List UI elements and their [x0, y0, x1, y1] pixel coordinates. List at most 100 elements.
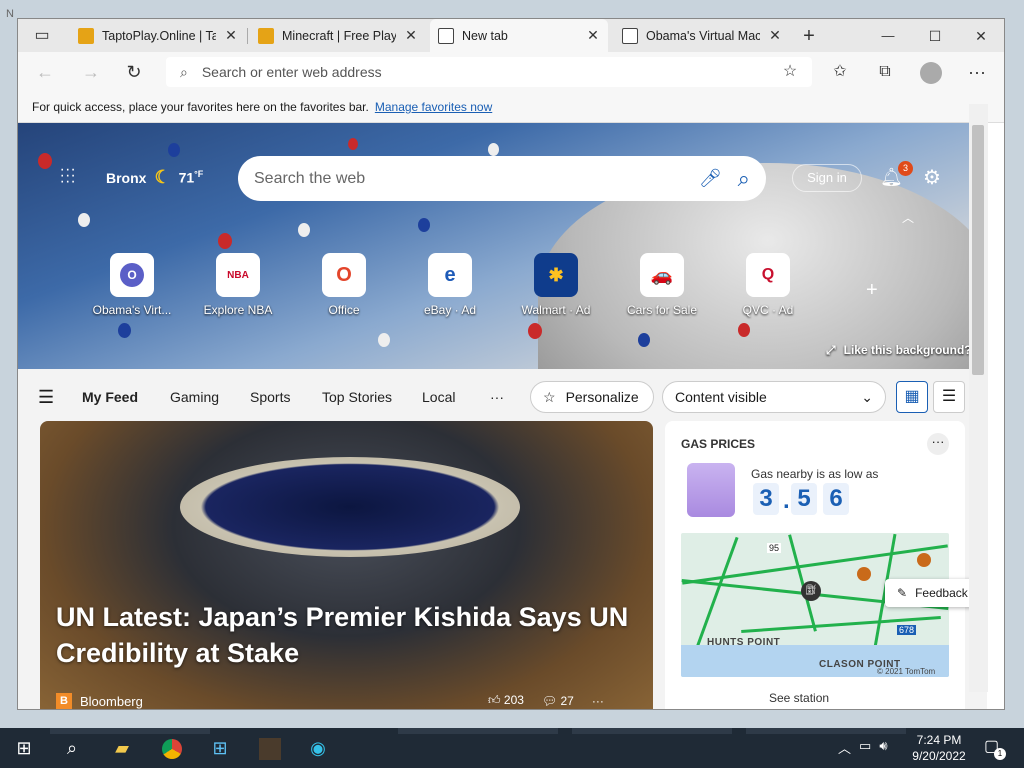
web-search-box[interactable]: Search the web 🎤︎ ⌕ — [238, 156, 766, 201]
gas-prices-card: GAS PRICES ··· Gas nearby is as low as 3… — [665, 421, 965, 709]
gas-card-more-icon[interactable]: ··· — [927, 433, 949, 455]
gas-price-digit: 5 — [791, 483, 817, 515]
minimize-button[interactable]: — — [873, 21, 903, 51]
weather-widget[interactable]: Bronx ☾ 71°F — [106, 167, 203, 188]
top-story-card[interactable]: UN Latest: Japan’s Premier Kishida Says … — [40, 421, 653, 709]
feedback-label: Feedback — [915, 586, 968, 600]
tab-taptoplay[interactable]: TaptoPlay.Online | Tap ✕ — [70, 19, 246, 52]
close-tab-icon[interactable]: ✕ — [404, 27, 418, 44]
list-view-icon[interactable]: ☰ — [933, 381, 965, 413]
reactions-button[interactable]: 👍︎ 203 — [488, 693, 524, 708]
maximize-button[interactable]: ☐ — [920, 21, 950, 51]
gas-nearby-text: Gas nearby is as low as — [751, 467, 879, 481]
windows-start-icon[interactable]: ⊞ — [12, 736, 36, 760]
quick-link-office[interactable]: O Office — [296, 253, 392, 317]
tab-title: Obama's Virtual Mach — [646, 28, 760, 43]
tab-sports[interactable]: Sports — [250, 389, 290, 405]
new-tab-plus-icon[interactable]: + — [794, 21, 824, 51]
apps-grid-icon[interactable]: ∙∙∙ ∙∙∙ ∙∙∙ — [60, 162, 76, 190]
route-95-label: 95 — [767, 543, 782, 553]
more-topics-icon[interactable]: ··· — [490, 389, 504, 405]
close-tab-icon[interactable]: ✕ — [224, 27, 238, 44]
microphone-icon[interactable]: 🎤︎ — [699, 168, 722, 189]
car-icon: 🚗 — [640, 253, 684, 297]
favorites-icon[interactable]: ✩ — [825, 57, 855, 87]
quick-link-ebay[interactable]: e eBay · Ad — [402, 253, 498, 317]
refresh-icon[interactable]: ↻ — [119, 57, 149, 87]
address-bar[interactable]: ⌕ Search or enter web address — [166, 57, 812, 87]
volume-icon[interactable]: 🔊︎ — [879, 738, 887, 757]
content-visibility-dropdown[interactable]: Content visible ⌄ — [662, 381, 886, 413]
tab-minecraft[interactable]: Minecraft | Free Play | ✕ — [250, 19, 426, 52]
quick-link-qvc[interactable]: Q QVC · Ad — [720, 253, 816, 317]
grid-view-icon[interactable]: ▦ — [896, 381, 928, 413]
feed-navigation: ☰ My Feed Gaming Sports Top Stories Loca… — [18, 377, 987, 417]
chrome-icon[interactable] — [160, 736, 184, 760]
add-favorite-icon[interactable]: ☆ — [775, 57, 805, 87]
tab-my-feed[interactable]: My Feed — [82, 389, 138, 405]
sign-in-button[interactable]: Sign in — [792, 164, 862, 192]
taptoplay-favicon — [78, 27, 94, 44]
tab-top-stories[interactable]: Top Stories — [322, 389, 392, 405]
chevron-up-icon[interactable]: ︿ — [902, 209, 914, 226]
qvc-icon: Q — [746, 253, 790, 297]
manage-favorites-link[interactable]: Manage favorites now — [375, 100, 492, 114]
map-label: HUNTS POINT — [707, 637, 781, 648]
close-window-button[interactable]: ✕ — [966, 21, 996, 51]
story-headline[interactable]: UN Latest: Japan’s Premier Kishida Says … — [56, 599, 636, 671]
comments-button[interactable]: 💬︎ 27 — [542, 694, 574, 708]
story-more-icon[interactable]: ··· — [592, 694, 604, 708]
thumbs-up-icon: 👍︎ — [488, 693, 501, 707]
settings-more-icon[interactable]: ··· — [962, 57, 992, 87]
tab-new-tab[interactable]: New tab ✕ — [430, 19, 608, 52]
back-icon[interactable]: ← — [30, 57, 60, 87]
collections-icon[interactable]: ⧉ — [870, 57, 900, 87]
clock[interactable]: 7:24 PM 9/20/2022 — [904, 732, 974, 764]
location-label: Bronx — [106, 169, 147, 186]
tab-title: Minecraft | Free Play | — [282, 28, 396, 43]
menu-hamburger-icon[interactable]: ☰ — [38, 387, 54, 408]
chevron-up-icon[interactable]: ︿ — [838, 738, 851, 757]
favorites-bar-message: For quick access, place your favorites h… — [32, 100, 369, 114]
map-copyright: © 2021 TomTom — [877, 667, 936, 676]
quick-link-walmart[interactable]: ✱ Walmart · Ad — [508, 253, 604, 317]
file-explorer-icon[interactable]: ▰ — [110, 736, 134, 760]
quick-link-obama[interactable]: O Obama's Virt... — [84, 253, 180, 317]
see-station-link[interactable]: See station — [769, 691, 829, 705]
tab-gaming[interactable]: Gaming — [170, 389, 219, 405]
story-source[interactable]: B Bloomberg — [56, 693, 143, 709]
walmart-icon: ✱ — [534, 253, 578, 297]
search-icon[interactable]: ⌕ — [738, 166, 750, 192]
quick-link-icon: O — [110, 253, 154, 297]
app-icon[interactable] — [258, 736, 282, 761]
gas-station-pin-icon[interactable] — [917, 553, 931, 567]
tab-local[interactable]: Local — [422, 389, 455, 405]
tab-actions-icon[interactable]: ▭ — [27, 21, 57, 51]
personalize-button[interactable]: ☆ Personalize — [530, 381, 654, 413]
feedback-button[interactable]: ✎ Feedback — [885, 579, 980, 607]
close-tab-icon[interactable]: ✕ — [768, 27, 782, 44]
quick-link-label: Obama's Virt... — [92, 303, 172, 317]
gas-station-pin-icon[interactable] — [857, 567, 871, 581]
tab-obama-vm[interactable]: Obama's Virtual Mach ✕ — [614, 19, 790, 52]
temperature-unit: °F — [194, 169, 204, 180]
quick-link-cars[interactable]: 🚗 Cars for Sale — [614, 253, 710, 317]
forward-icon[interactable]: → — [76, 57, 106, 87]
close-tab-icon[interactable]: ✕ — [586, 27, 600, 44]
add-site-plus-icon[interactable]: + — [866, 279, 878, 302]
network-icon[interactable]: ▭ — [859, 738, 871, 757]
comment-icon: 💬︎ — [541, 693, 558, 708]
quick-link-nba[interactable]: NBA Explore NBA — [190, 253, 286, 317]
scrollbar-thumb[interactable] — [972, 125, 984, 375]
chevron-down-icon: ⌄ — [861, 388, 873, 405]
clock-time: 7:24 PM — [916, 733, 962, 747]
hero-background: ∙∙∙ ∙∙∙ ∙∙∙ Bronx ☾ 71°F Search the web 🎤︎… — [18, 123, 987, 369]
edge-icon[interactable]: ◉ — [306, 736, 330, 760]
like-background-button[interactable]: ⤢ Like this background? — [826, 343, 972, 358]
gas-station-pin-icon[interactable]: ⛽︎ — [801, 581, 821, 601]
page-settings-gear-icon[interactable]: ⚙ — [923, 165, 941, 190]
search-icon[interactable]: ⌕ — [60, 736, 84, 760]
store-icon[interactable]: ⊞ — [208, 736, 232, 760]
profile-avatar[interactable] — [916, 57, 946, 87]
minecraft-favicon — [258, 27, 274, 44]
